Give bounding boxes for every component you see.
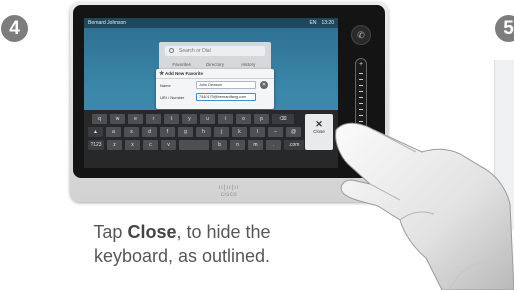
- instruction-caption: Tap Close, to hide the keyboard, as outl…: [72, 220, 292, 268]
- keyboard-key[interactable]: h: [196, 127, 211, 137]
- keyboard-key[interactable]: ⌫: [272, 114, 294, 124]
- keyboard-key[interactable]: u: [200, 114, 215, 124]
- clear-icon[interactable]: ✕: [260, 81, 268, 89]
- on-screen-keyboard: ✕ Close q w e r t y u i o p ⌫ ▲ a s d f g h j k l – @ ?123 z x c v b…: [84, 110, 338, 168]
- search-placeholder: Search or Dial: [179, 48, 211, 54]
- caption-prefix: Tap: [93, 222, 128, 242]
- keyboard-key[interactable]: @: [286, 127, 301, 137]
- slider-tick: [359, 73, 363, 74]
- next-step-badge: 5: [495, 15, 514, 42]
- tab-favorites[interactable]: Favorites: [165, 60, 198, 69]
- keyboard-key[interactable]: t: [164, 114, 179, 124]
- keyboard-key[interactable]: ▲: [88, 127, 103, 137]
- keyboard-key[interactable]: n: [230, 140, 245, 150]
- user-name[interactable]: Bernard Johnson: [88, 20, 310, 26]
- keyboard-key[interactable]: g: [178, 127, 193, 137]
- dialog-title: ★ Add New Favorite: [156, 69, 274, 79]
- close-label: Close: [313, 129, 325, 134]
- keyboard-key[interactable]: f: [160, 127, 175, 137]
- uri-field[interactable]: 7540175@bernardfang.com: [196, 93, 256, 101]
- caption-keyword: Close: [127, 222, 177, 242]
- keyboard-key[interactable]: m: [248, 140, 263, 150]
- close-icon: ✕: [315, 119, 323, 129]
- keyboard-key[interactable]: x: [125, 140, 140, 150]
- language-indicator: EN: [309, 20, 317, 26]
- name-row: Name John Dewson ✕: [156, 79, 274, 91]
- step-number-badge: 4: [1, 15, 28, 42]
- star-icon: ★: [159, 71, 165, 77]
- tab-directory[interactable]: Directory: [198, 60, 231, 69]
- keyboard-key[interactable]: c: [143, 140, 158, 150]
- keyboard-key[interactable]: ?123: [88, 140, 104, 150]
- keyboard-key[interactable]: v: [161, 140, 176, 150]
- keyboard-key[interactable]: s: [124, 127, 139, 137]
- keyboard-key[interactable]: d: [142, 127, 157, 137]
- keyboard-key[interactable]: p: [254, 114, 269, 124]
- pointing-hand-illustration: [335, 122, 514, 290]
- search-icon: [169, 48, 174, 53]
- dialog-title-text: Add New Favorite: [165, 71, 204, 76]
- slider-tick: [359, 85, 363, 86]
- keyboard-key[interactable]: b: [212, 140, 227, 150]
- name-label: Name: [160, 83, 171, 88]
- keyboard-key[interactable]: .: [266, 140, 281, 150]
- keyboard-key[interactable]: y: [182, 114, 197, 124]
- keyboard-key[interactable]: .com: [284, 140, 304, 150]
- slider-tick: [359, 103, 363, 104]
- keyboard-key[interactable]: i: [218, 114, 233, 124]
- keyboard-key[interactable]: r: [146, 114, 161, 124]
- slider-tick: [359, 91, 363, 92]
- keyboard-key[interactable]: o: [236, 114, 251, 124]
- search-input[interactable]: Search or Dial: [165, 46, 265, 56]
- slider-tick: [359, 97, 363, 98]
- search-tabs: Favorites Directory History: [165, 60, 265, 69]
- uri-row: URI / Number 7540175@bernardfang.com: [156, 91, 274, 103]
- slider-tick: [359, 79, 363, 80]
- tab-history[interactable]: History: [232, 60, 265, 69]
- uri-label: URI / Number: [160, 95, 185, 100]
- name-field[interactable]: John Dewson: [196, 81, 256, 89]
- clock: 13:20: [321, 20, 334, 26]
- plus-icon: +: [358, 61, 364, 68]
- keyboard-key[interactable]: [179, 140, 209, 150]
- keyboard-key[interactable]: j: [214, 127, 229, 137]
- keyboard-key[interactable]: z: [107, 140, 122, 150]
- status-bar: Bernard Johnson EN 13:20: [84, 18, 338, 28]
- keyboard-key[interactable]: a: [106, 127, 121, 137]
- phone-icon[interactable]: ✆: [351, 25, 371, 45]
- instruction-step: 4 5 Bernard Johnson EN 13:20 Search or D…: [0, 0, 514, 290]
- keyboard-key[interactable]: w: [110, 114, 125, 124]
- close-keyboard-button[interactable]: ✕ Close: [305, 114, 333, 150]
- keyboard-key[interactable]: q: [92, 114, 107, 124]
- keyboard-key[interactable]: e: [128, 114, 143, 124]
- keyboard-key[interactable]: k: [232, 127, 247, 137]
- keyboard-key[interactable]: –: [268, 127, 283, 137]
- device-screen: Bernard Johnson EN 13:20 Search or Dial …: [84, 18, 338, 168]
- add-favorite-dialog: ★ Add New Favorite Name John Dewson ✕ UR…: [156, 69, 274, 109]
- keyboard-key[interactable]: l: [250, 127, 265, 137]
